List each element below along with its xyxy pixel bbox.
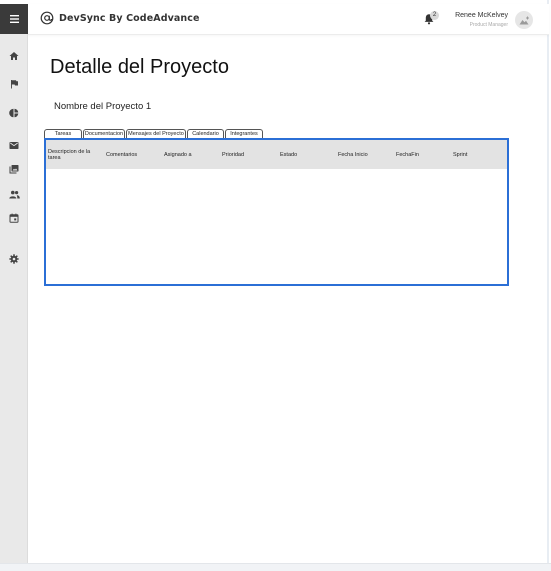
at-sign-icon bbox=[40, 11, 54, 25]
tasks-table: Descripcion de la tarea Comentarios Asig… bbox=[44, 138, 509, 286]
user-role: Product Manager bbox=[469, 22, 508, 28]
tab-calendario[interactable]: Calendario bbox=[187, 129, 224, 138]
sidebar-item-home[interactable] bbox=[6, 48, 22, 64]
sidebar-item-gallery[interactable] bbox=[6, 161, 22, 177]
sidebar-item-flag[interactable] bbox=[6, 76, 22, 92]
avatar[interactable] bbox=[515, 11, 533, 29]
people-icon bbox=[8, 190, 20, 198]
sidebar-item-calendar[interactable] bbox=[6, 210, 22, 226]
sidebar-item-people[interactable] bbox=[6, 186, 22, 202]
sidebar-item-mail[interactable] bbox=[6, 137, 22, 153]
page-footer bbox=[0, 563, 551, 571]
tab-tareas[interactable]: Tareas bbox=[44, 129, 82, 138]
column-header-descripcion: Descripcion de la tarea bbox=[48, 148, 91, 161]
column-header-fecha-fin: FechaFin bbox=[396, 151, 419, 158]
sidebar-item-settings[interactable] bbox=[6, 251, 22, 267]
brand-title: DevSync By CodeAdvance bbox=[59, 13, 200, 24]
top-header: DevSync By CodeAdvance 2 Renee McKelvey … bbox=[28, 4, 549, 35]
sidebar-item-reports[interactable] bbox=[6, 105, 22, 121]
column-header-asignado: Asignado a bbox=[164, 151, 192, 158]
tab-documentacion[interactable]: Documentacion bbox=[83, 129, 125, 138]
mail-icon bbox=[9, 141, 19, 149]
page-title: Detalle del Proyecto bbox=[50, 56, 229, 78]
photo-library-icon bbox=[9, 165, 19, 174]
notification-count-badge: 2 bbox=[430, 11, 439, 20]
column-header-fecha-inicio: Fecha Inicio bbox=[338, 151, 368, 158]
column-header-comentarios: Comentarios bbox=[106, 151, 138, 158]
hamburger-menu-icon bbox=[9, 15, 19, 23]
table-header: Descripcion de la tarea Comentarios Asig… bbox=[46, 140, 507, 169]
calendar-icon bbox=[9, 213, 19, 223]
home-icon bbox=[9, 52, 19, 60]
user-name: Renee McKelvey bbox=[455, 12, 508, 19]
column-header-estado: Estado bbox=[280, 151, 298, 158]
tab-mensajes[interactable]: Mensajes del Proyecto bbox=[126, 129, 186, 138]
project-name: Nombre del Proyecto 1 bbox=[54, 101, 152, 112]
sidebar bbox=[0, 4, 28, 565]
settings-icon bbox=[9, 254, 19, 264]
menu-button[interactable] bbox=[0, 4, 28, 34]
column-header-sprint: Sprint bbox=[453, 151, 468, 158]
tab-integrantes[interactable]: Integrantes bbox=[225, 129, 263, 138]
pie-chart-icon bbox=[9, 108, 19, 118]
add-photo-icon bbox=[519, 16, 529, 24]
flag-icon bbox=[11, 80, 18, 89]
column-header-prioridad: Prioridad bbox=[222, 151, 245, 158]
